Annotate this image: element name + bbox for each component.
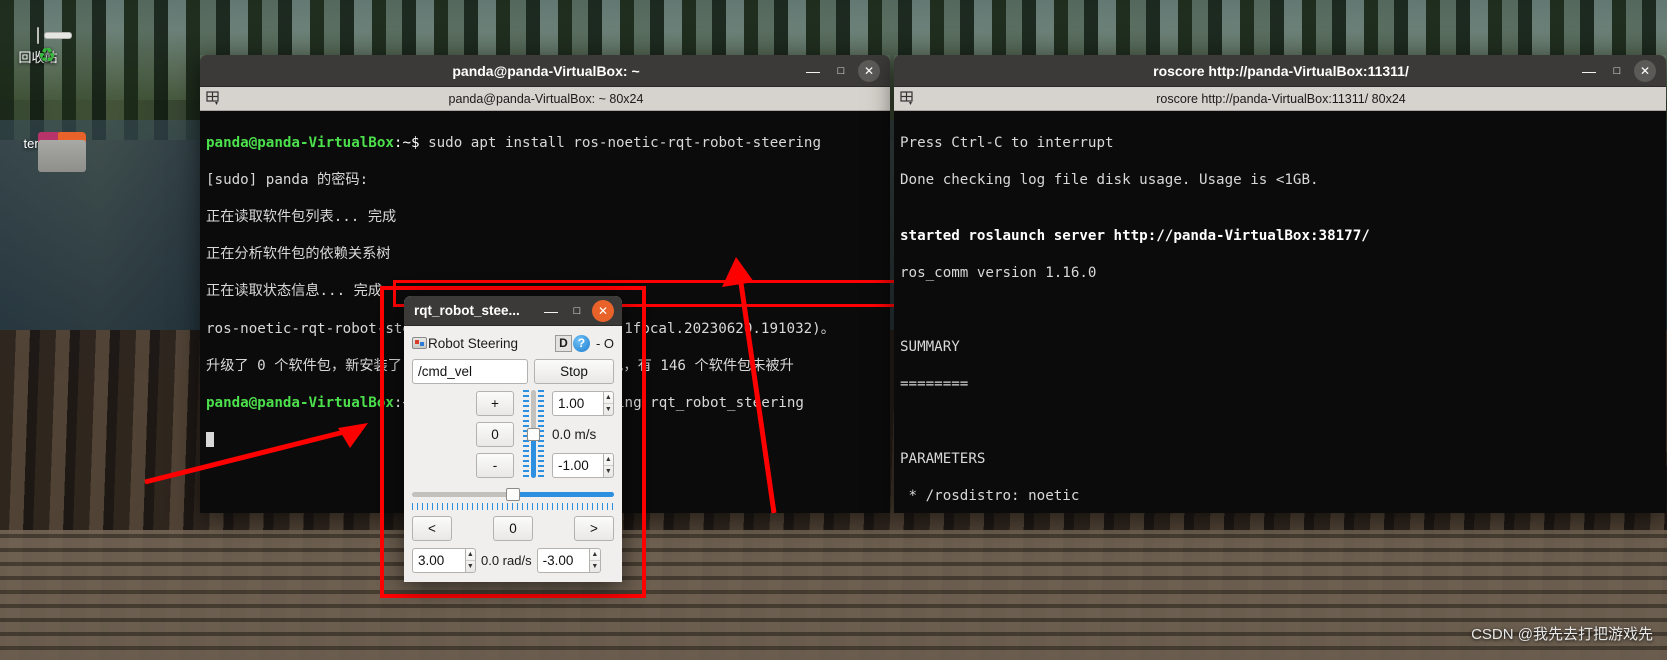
- linear-max-input[interactable]: [552, 390, 603, 416]
- angular-velocity-readout: 0.0 rad/s: [481, 553, 532, 568]
- robot-steering-plugin-icon: [412, 337, 427, 349]
- topic-row: Stop: [412, 359, 614, 384]
- close-button[interactable]: ✕: [858, 59, 880, 82]
- maximize-button[interactable]: □: [566, 300, 588, 322]
- maximize-button[interactable]: □: [1606, 60, 1628, 82]
- stop-button[interactable]: Stop: [534, 359, 614, 384]
- angular-slider-fill: [513, 492, 614, 497]
- angular-velocity-slider[interactable]: [412, 486, 614, 510]
- rqt-robot-steering-window[interactable]: rqt_robot_stee... — □ ✕ Robot Steering D…: [404, 296, 622, 582]
- dock-extra-buttons[interactable]: - O: [596, 336, 614, 351]
- linear-velocity-readout: 0.0 m/s: [552, 426, 597, 442]
- desktop-icon-recycle-bin[interactable]: ♻ 回收站: [0, 27, 76, 67]
- angular-button-row: < 0 >: [412, 516, 614, 541]
- window-title: rqt_robot_stee...: [414, 303, 520, 318]
- tab-label: panda@panda-VirtualBox: ~ 80x24: [448, 91, 644, 106]
- linear-zero-button[interactable]: 0: [476, 421, 514, 447]
- dock-button[interactable]: D: [554, 334, 572, 352]
- desktop-icon-temp-folder[interactable]: temp: [0, 132, 86, 172]
- terminal-tabbar[interactable]: roscore http://panda-VirtualBox:11311/ 8…: [894, 87, 1666, 111]
- terminal-line: ========: [900, 376, 969, 393]
- angular-max-input[interactable]: [412, 548, 465, 573]
- slider-handle[interactable]: [527, 428, 540, 441]
- close-button[interactable]: ✕: [1634, 59, 1656, 82]
- linear-max-spinbox[interactable]: ▲▼: [552, 390, 614, 416]
- rqt-plugin-body: Robot Steering D ? - O Stop + 0 -: [404, 326, 622, 582]
- minimize-button[interactable]: —: [802, 60, 824, 82]
- terminal-output-right[interactable]: Press Ctrl-C to interrupt Done checking …: [894, 111, 1666, 513]
- angular-right-button[interactable]: >: [574, 516, 614, 541]
- angular-min-input[interactable]: [536, 548, 590, 573]
- terminal-line: 正在分析软件包的依赖关系树: [206, 246, 391, 263]
- linear-min-spinbox[interactable]: ▲▼: [552, 452, 614, 478]
- linear-decrease-button[interactable]: -: [476, 452, 514, 478]
- terminal-line: started roslaunch server http://panda-Vi…: [900, 227, 1370, 244]
- terminal-line: SUMMARY: [900, 339, 960, 356]
- shell-prompt: panda@panda-VirtualBox: [206, 394, 394, 411]
- titlebar[interactable]: roscore http://panda-VirtualBox:11311/ —…: [894, 55, 1666, 87]
- angular-limits-row: ▲▼ 0.0 rad/s ▲▼: [412, 548, 614, 573]
- terminal-line: sudo apt install ros-noetic-rqt-robot-st…: [428, 134, 822, 151]
- terminal-line: PARAMETERS: [900, 450, 986, 467]
- angular-slider-handle[interactable]: [506, 488, 520, 501]
- angular-min-spinbox[interactable]: ▲▼: [536, 548, 601, 573]
- linear-max-spin-arrows[interactable]: ▲ ▼: [602, 390, 614, 416]
- watermark: CSDN @我先去打把游戏先: [1471, 626, 1653, 643]
- terminal-line: Press Ctrl-C to interrupt: [900, 134, 1114, 151]
- titlebar[interactable]: panda@panda-VirtualBox: ~ — □ ✕: [200, 55, 890, 87]
- terminal-cursor: [206, 432, 214, 448]
- angular-min-spin-arrows[interactable]: ▲ ▼: [589, 548, 601, 573]
- angular-slider-ticks: [412, 503, 614, 510]
- maximize-button[interactable]: □: [830, 60, 852, 82]
- tab-label: roscore http://panda-VirtualBox:11311/ 8…: [1156, 91, 1406, 106]
- terminal-line: [sudo] panda 的密码:: [206, 171, 369, 188]
- desktop: ♻ 回收站 temp panda@panda-VirtualBox: ~ — □…: [0, 0, 1667, 660]
- recycle-bin-icon: ♻: [0, 27, 76, 67]
- topic-input[interactable]: [412, 359, 528, 384]
- close-button[interactable]: ✕: [592, 299, 614, 322]
- wallpaper-bridge-deck: [0, 530, 1667, 660]
- shell-prompt: panda@panda-VirtualBox: [206, 134, 394, 151]
- plugin-header: Robot Steering D ? - O: [412, 332, 614, 354]
- terminal-line: * /rosdistro: noetic: [900, 487, 1080, 504]
- minimize-button[interactable]: —: [1578, 60, 1600, 82]
- plugin-title: Robot Steering: [428, 335, 519, 351]
- terminal-line: ros_comm version 1.16.0: [900, 264, 1097, 281]
- angular-max-spinbox[interactable]: ▲▼: [412, 548, 476, 573]
- angular-zero-button[interactable]: 0: [493, 516, 533, 541]
- help-icon[interactable]: ?: [572, 334, 590, 352]
- window-title: roscore http://panda-VirtualBox:11311/: [1153, 62, 1409, 79]
- terminal-line: Done checking log file disk usage. Usage…: [900, 171, 1319, 188]
- linear-increase-button[interactable]: +: [476, 390, 514, 416]
- linear-min-input[interactable]: [552, 452, 603, 478]
- minimize-button[interactable]: —: [540, 300, 562, 322]
- terminal-tabbar[interactable]: panda@panda-VirtualBox: ~ 80x24: [200, 87, 890, 111]
- tab-menu-icon[interactable]: [202, 88, 224, 110]
- titlebar[interactable]: rqt_robot_stee... — □ ✕: [404, 296, 622, 326]
- linear-velocity-slider[interactable]: [520, 390, 546, 478]
- terminal-line: 正在读取软件包列表... 完成: [206, 208, 397, 225]
- window-title: panda@panda-VirtualBox: ~: [452, 62, 640, 79]
- angular-left-button[interactable]: <: [412, 516, 452, 541]
- angular-max-spin-arrows[interactable]: ▲ ▼: [464, 548, 476, 573]
- linear-min-spin-arrows[interactable]: ▲ ▼: [602, 452, 614, 478]
- terminal-window-roscore[interactable]: roscore http://panda-VirtualBox:11311/ —…: [894, 55, 1666, 513]
- shell-path: :~$: [393, 134, 429, 151]
- tab-menu-icon[interactable]: [896, 88, 918, 110]
- linear-velocity-controls: + 0 - ▲▼ 0.0 m/s: [412, 390, 614, 478]
